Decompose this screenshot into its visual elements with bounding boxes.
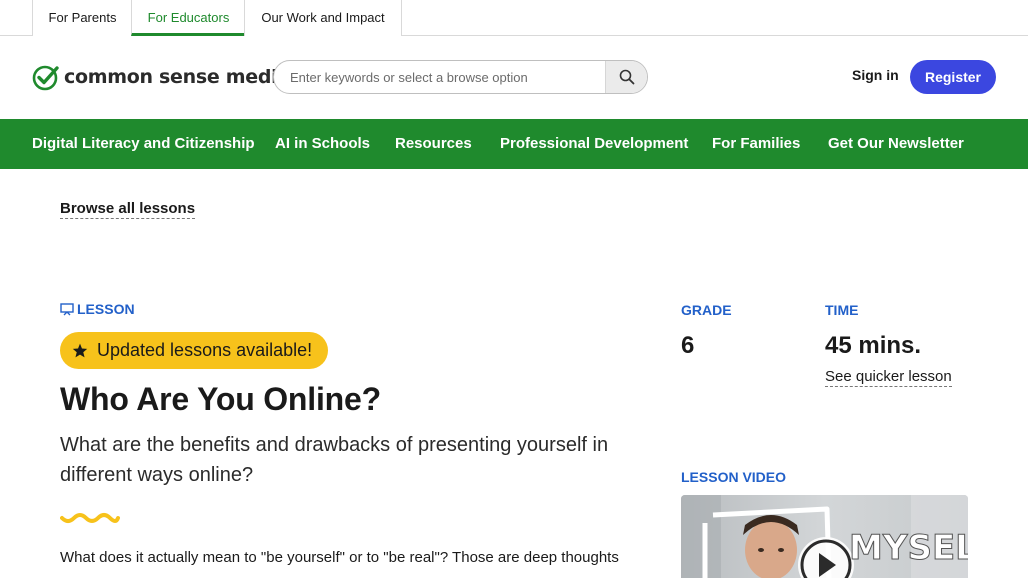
- main-nav: Digital Literacy and Citizenship AI in S…: [0, 119, 1028, 169]
- search-bar: [273, 60, 648, 94]
- lesson-video-label: LESSON VIDEO: [681, 469, 787, 485]
- nav-item-newsletter[interactable]: Get Our Newsletter: [828, 119, 964, 169]
- audience-tabs: For Parents For Educators Our Work and I…: [0, 0, 1028, 36]
- time-value: 45 mins.: [825, 332, 922, 359]
- lesson-video-thumbnail[interactable]: MYSELF: [681, 495, 968, 578]
- lesson-intro-text: What does it actually mean to "be yourse…: [60, 549, 619, 566]
- badge-text: Updated lessons available!: [97, 340, 313, 360]
- lesson-type-text: LESSON: [77, 301, 135, 317]
- logo-text: common sense media: [64, 66, 290, 88]
- squiggle-divider: [60, 513, 120, 523]
- grade-value: 6: [681, 332, 695, 359]
- presentation-icon: [60, 302, 74, 315]
- site-logo[interactable]: common sense media: [32, 62, 290, 92]
- nav-item-ai-in-schools[interactable]: AI in Schools: [275, 119, 370, 169]
- lesson-subtitle: What are the benefits and drawbacks of p…: [60, 434, 609, 486]
- nav-item-for-families[interactable]: For Families: [712, 119, 800, 169]
- see-quicker-lesson-link[interactable]: See quicker lesson: [825, 368, 952, 387]
- video-thumbnail-text: MYSELF: [849, 528, 968, 568]
- grade-label: GRADE: [681, 302, 732, 318]
- register-button[interactable]: Register: [910, 60, 996, 94]
- checkmark-logo-icon: [32, 65, 59, 91]
- search-input[interactable]: [274, 61, 606, 93]
- video-thumbnail-art: MYSELF: [681, 495, 968, 578]
- updated-lessons-badge[interactable]: Updated lessons available!: [60, 332, 329, 369]
- lesson-title: Who Are You Online?: [60, 381, 381, 417]
- nav-item-digital-literacy[interactable]: Digital Literacy and Citizenship: [32, 119, 255, 169]
- lesson-type-label: LESSON: [60, 301, 135, 317]
- search-button[interactable]: [605, 61, 647, 93]
- tab-for-parents[interactable]: For Parents: [32, 0, 132, 36]
- browse-all-lessons-link[interactable]: Browse all lessons: [60, 200, 196, 219]
- sign-in-link[interactable]: Sign in: [852, 67, 899, 83]
- nav-item-resources[interactable]: Resources: [395, 119, 472, 169]
- tab-for-educators[interactable]: For Educators: [131, 0, 245, 36]
- time-label: TIME: [825, 302, 859, 318]
- search-icon: [619, 69, 634, 85]
- tab-our-work-and-impact[interactable]: Our Work and Impact: [244, 0, 402, 36]
- star-icon: [72, 343, 88, 358]
- nav-item-professional-development[interactable]: Professional Development: [500, 119, 688, 169]
